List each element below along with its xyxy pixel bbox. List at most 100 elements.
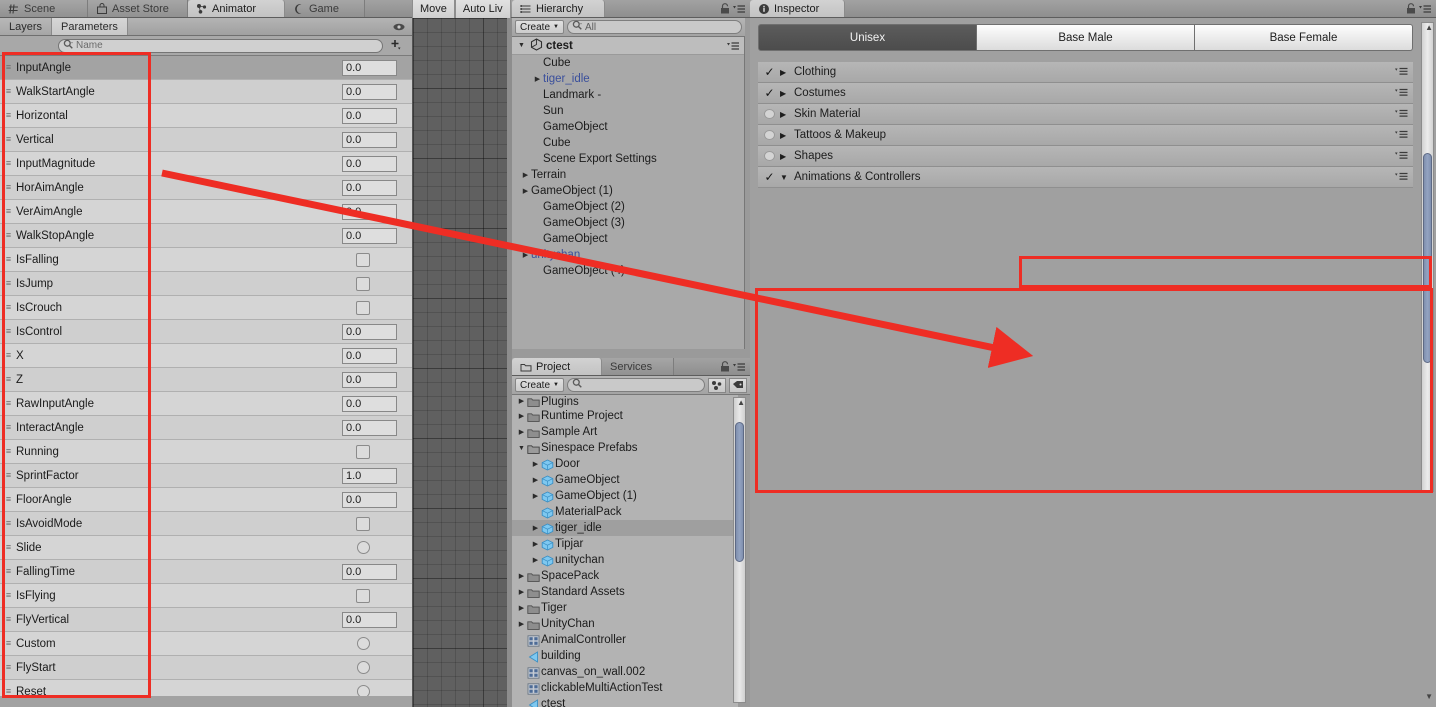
lock-icon[interactable] bbox=[720, 361, 730, 372]
chevron-right-icon[interactable]: ▶ bbox=[516, 605, 527, 612]
project-item[interactable]: ▶canvas_on_wall.002 bbox=[512, 664, 738, 680]
parameter-row[interactable]: ≡ InputMagnitude 0.0 bbox=[0, 152, 412, 176]
chevron-right-icon[interactable]: ▶ bbox=[780, 131, 789, 140]
label-filter-icon[interactable] bbox=[729, 377, 747, 393]
parameter-row[interactable]: ≡ RawInputAngle 0.0 bbox=[0, 392, 412, 416]
parameter-number-input[interactable]: 0.0 bbox=[342, 131, 397, 148]
project-item[interactable]: ▶ GameObject (1) bbox=[512, 488, 738, 504]
project-item[interactable]: ▶ GameObject bbox=[512, 472, 738, 488]
inspector-foldout[interactable]: ▶ Skin Material bbox=[758, 104, 1413, 125]
kebab-menu-icon[interactable] bbox=[1395, 151, 1408, 163]
inspector-scrollbar-thumb[interactable] bbox=[1423, 153, 1432, 363]
parameter-row[interactable]: ≡ IsControl 0.0 bbox=[0, 320, 412, 344]
parameter-row[interactable]: ≡ Vertical 0.0 bbox=[0, 128, 412, 152]
chevron-right-icon[interactable]: ▶ bbox=[516, 589, 527, 596]
chevron-right-icon[interactable]: ▶ bbox=[530, 477, 541, 484]
project-item[interactable]: ▶clickableMultiActionTest bbox=[512, 680, 738, 696]
parameter-number-input[interactable]: 0.0 bbox=[342, 347, 397, 364]
chevron-right-icon[interactable]: ▶ bbox=[780, 89, 789, 98]
parameter-row[interactable]: ≡ SprintFactor 1.0 bbox=[0, 464, 412, 488]
hierarchy-item[interactable]: ▶Sun bbox=[512, 103, 744, 119]
drag-handle-icon[interactable]: ≡ bbox=[0, 279, 16, 288]
hierarchy-item[interactable]: ▶ Terrain bbox=[512, 167, 744, 183]
hierarchy-item[interactable]: ▶Scene Export Settings bbox=[512, 151, 744, 167]
checkbox-unchecked-icon[interactable] bbox=[764, 130, 775, 140]
subtab-layers[interactable]: Layers bbox=[0, 18, 53, 35]
parameter-number-input[interactable]: 0.0 bbox=[342, 371, 397, 388]
animator-parameters-list[interactable]: ≡ InputAngle 0.0 ≡ WalkStartAngle 0.0 ≡ Horizon… bbox=[0, 56, 412, 696]
chevron-right-icon[interactable]: ▶ bbox=[516, 429, 527, 436]
chevron-down-icon[interactable]: ▼ bbox=[780, 173, 789, 182]
chevron-right-icon[interactable]: ▶ bbox=[520, 188, 531, 195]
checkbox-checked-icon[interactable]: ✓ bbox=[764, 87, 775, 99]
project-item[interactable]: ▶ tiger_idle bbox=[512, 520, 738, 536]
chevron-right-icon[interactable]: ▶ bbox=[516, 398, 527, 405]
parameter-number-input[interactable]: 0.0 bbox=[342, 611, 397, 628]
hierarchy-item[interactable]: ▶GameObject (4) bbox=[512, 263, 744, 279]
inspector-foldout[interactable]: ✓ ▼ Animations & Controllers bbox=[758, 167, 1413, 188]
lock-icon[interactable] bbox=[1406, 3, 1416, 14]
parameter-bool-checkbox[interactable] bbox=[356, 252, 370, 267]
tab-scene[interactable]: Scene bbox=[0, 0, 88, 17]
chevron-right-icon[interactable]: ▶ bbox=[516, 413, 527, 420]
parameter-row[interactable]: ≡ HorAimAngle 0.0 bbox=[0, 176, 412, 200]
parameter-number-input[interactable]: 0.0 bbox=[342, 419, 397, 436]
project-item[interactable]: ▶ Tiger bbox=[512, 600, 738, 616]
scroll-up-icon[interactable]: ▲ bbox=[737, 398, 745, 407]
search-input[interactable]: Name bbox=[58, 38, 383, 53]
parameter-row[interactable]: ≡ FloorAngle 0.0 bbox=[0, 488, 412, 512]
parameter-row[interactable]: ≡ IsFlying bbox=[0, 584, 412, 608]
hierarchy-item[interactable]: ▶Landmark - bbox=[512, 87, 744, 103]
parameter-row[interactable]: ≡ Z 0.0 bbox=[0, 368, 412, 392]
hierarchy-search-input[interactable]: All bbox=[566, 20, 742, 34]
drag-handle-icon[interactable]: ≡ bbox=[0, 399, 16, 408]
parameter-row[interactable]: ≡ IsFalling bbox=[0, 248, 412, 272]
tab-inspector[interactable]: Inspector bbox=[750, 0, 845, 17]
tab-base-male[interactable]: Base Male bbox=[977, 24, 1195, 51]
hierarchy-items[interactable]: ▶Cube▶tiger_idle▶Landmark -▶Sun▶GameObje… bbox=[512, 55, 744, 279]
create-button[interactable]: Create ▼ bbox=[515, 20, 564, 34]
hierarchy-item[interactable]: ▶GameObject bbox=[512, 119, 744, 135]
kebab-menu-icon[interactable] bbox=[732, 362, 746, 375]
project-create-button[interactable]: Create ▼ bbox=[515, 378, 564, 392]
drag-handle-icon[interactable]: ≡ bbox=[0, 159, 16, 168]
hierarchy-tree[interactable]: ▼ ctest ▶Cube▶tiger_idle▶Landmark -▶Sun▶… bbox=[512, 37, 745, 349]
inspector-foldout[interactable]: ✓ ▶ Clothing bbox=[758, 62, 1413, 83]
scene-root-row[interactable]: ▼ ctest bbox=[512, 37, 744, 55]
project-item[interactable]: ▶ SpacePack bbox=[512, 568, 738, 584]
chevron-right-icon[interactable]: ▶ bbox=[516, 573, 527, 580]
chevron-right-icon[interactable]: ▶ bbox=[530, 461, 541, 468]
lock-icon[interactable] bbox=[720, 3, 730, 14]
project-items[interactable]: ▶ Plugins ▶ Runtime Project ▶ Sample Art ▼ Sine… bbox=[512, 395, 738, 707]
kebab-menu-icon[interactable] bbox=[726, 41, 740, 54]
parameter-row[interactable]: ≡ Running bbox=[0, 440, 412, 464]
drag-handle-icon[interactable]: ≡ bbox=[0, 327, 16, 336]
kebab-menu-icon[interactable] bbox=[1395, 172, 1408, 184]
project-item[interactable]: ▶MaterialPack bbox=[512, 504, 738, 520]
project-search-input[interactable] bbox=[566, 378, 705, 392]
drag-handle-icon[interactable]: ≡ bbox=[0, 543, 16, 552]
parameter-trigger-radio[interactable] bbox=[357, 685, 370, 696]
parameter-row[interactable]: ≡ Horizontal 0.0 bbox=[0, 104, 412, 128]
drag-handle-icon[interactable]: ≡ bbox=[0, 495, 16, 504]
drag-handle-icon[interactable]: ≡ bbox=[0, 351, 16, 360]
parameter-row[interactable]: ≡ X 0.0 bbox=[0, 344, 412, 368]
chevron-right-icon[interactable]: ▶ bbox=[780, 110, 789, 119]
parameter-number-input[interactable]: 0.0 bbox=[342, 491, 397, 508]
project-item[interactable]: ▶ Door bbox=[512, 456, 738, 472]
parameter-row[interactable]: ≡ Custom bbox=[0, 632, 412, 656]
kebab-menu-icon[interactable] bbox=[1395, 109, 1408, 121]
chevron-right-icon[interactable]: ▶ bbox=[520, 252, 531, 259]
chevron-right-icon[interactable]: ▶ bbox=[530, 557, 541, 564]
chevron-down-icon[interactable]: ▼ bbox=[516, 445, 527, 452]
chevron-right-icon[interactable]: ▶ bbox=[530, 525, 541, 532]
chevron-right-icon[interactable]: ▶ bbox=[516, 621, 527, 628]
drag-handle-icon[interactable]: ≡ bbox=[0, 207, 16, 216]
project-item[interactable]: ▶ Runtime Project bbox=[512, 408, 738, 424]
parameter-row[interactable]: ≡ WalkStartAngle 0.0 bbox=[0, 80, 412, 104]
project-item[interactable]: ▶ unitychan bbox=[512, 552, 738, 568]
parameter-row[interactable]: ≡ IsJump bbox=[0, 272, 412, 296]
kebab-menu-icon[interactable] bbox=[1395, 130, 1408, 142]
tab-asset-store[interactable]: Asset Store bbox=[88, 0, 188, 17]
hierarchy-item[interactable]: ▶GameObject (3) bbox=[512, 215, 744, 231]
